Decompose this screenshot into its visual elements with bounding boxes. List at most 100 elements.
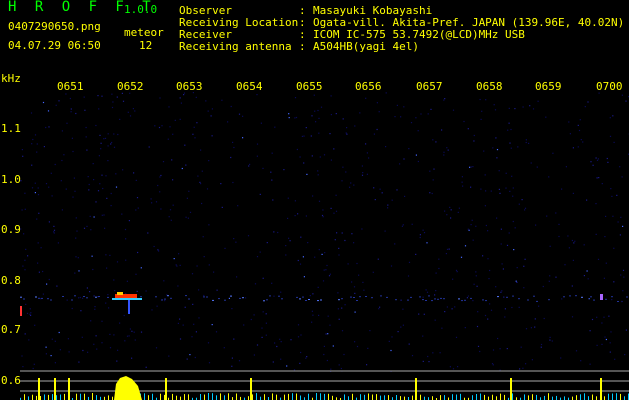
noise-speck [321,214,324,217]
noise-speck [107,294,109,296]
noise-speck [103,214,105,216]
noise-speck [70,108,72,110]
noise-speck [233,238,235,240]
noise-speck [367,347,369,349]
signal-band-speck [371,297,373,299]
noise-speck [475,275,477,277]
noise-speck [196,122,198,124]
noise-speck [208,160,210,162]
signal-band-speck [302,296,304,298]
noise-speck [168,106,170,108]
noise-speck [109,347,112,349]
panel-spike [510,378,512,400]
noise-speck [299,263,302,265]
noise-speck [616,194,618,196]
noise-speck [461,181,463,183]
noise-speck [396,189,398,191]
noise-speck [75,217,77,219]
meteor-activity-panel [20,370,629,400]
noise-speck [353,242,355,244]
noise-speck [31,143,33,145]
noise-layer [20,92,629,372]
panel-bar [40,396,41,400]
signal-band-speck [185,295,187,297]
noise-speck [30,112,33,114]
noise-speck [195,331,197,333]
signal-band-speck [485,300,487,302]
noise-speck [30,314,32,316]
noise-speck [76,230,78,232]
noise-speck [232,141,234,143]
noise-speck [480,118,482,120]
noise-speck [378,111,380,113]
noise-speck [341,330,344,332]
noise-speck [454,306,456,308]
noise-speck [429,192,431,194]
noise-speck [487,258,489,260]
noise-speck [172,133,174,135]
noise-speck [109,254,111,256]
noise-speck [604,336,606,338]
noise-speck [524,258,526,260]
noise-speck [528,142,530,144]
noise-speck [300,236,302,238]
noise-speck [399,163,401,165]
noise-speck [161,125,163,127]
noise-speck [524,207,527,209]
noise-speck [334,239,336,241]
noise-speck [25,303,27,305]
noise-speck [540,343,543,346]
noise-speck [92,268,94,271]
noise-speck [344,239,346,242]
noise-speck [401,225,403,227]
noise-speck [443,151,445,153]
noise-speck [351,233,353,235]
noise-speck [45,346,47,348]
noise-speck [624,354,626,356]
noise-speck [445,253,447,255]
panel-bar [288,393,289,400]
noise-speck [329,324,331,326]
panel-bar [52,394,53,400]
noise-speck [129,115,132,117]
noise-speck [497,337,499,340]
noise-speck [561,188,563,190]
noise-speck [271,282,273,284]
noise-speck [133,331,135,333]
noise-speck [285,254,287,256]
noise-speck [342,118,344,120]
noise-speck [50,172,52,174]
noise-speck [186,358,188,360]
signal-band-speck [422,299,424,301]
panel-bar [404,396,405,400]
noise-speck [305,215,307,217]
noise-speck [140,331,143,333]
signal-band-speck [281,298,283,300]
signal-band-speck [605,298,607,300]
panel-bar [352,393,353,400]
noise-speck [361,174,364,176]
noise-speck [372,271,374,273]
noise-speck [317,109,319,112]
noise-speck [179,338,182,340]
panel-bar [264,394,265,400]
noise-speck [48,221,50,223]
signal-band-speck [266,299,268,301]
signal-band-speck [308,299,310,300]
noise-speck [180,102,182,104]
noise-speck [509,190,511,192]
noise-speck [373,187,375,189]
noise-speck [127,111,129,113]
noise-speck [475,225,477,227]
noise-speck [337,308,339,310]
noise-speck [56,285,58,287]
noise-speck [68,351,70,353]
noise-speck [306,173,308,175]
noise-speck [106,267,108,269]
noise-speck [242,115,244,117]
noise-speck [189,354,191,356]
noise-speck [92,163,94,165]
noise-speck [182,324,184,326]
noise-speck [490,190,492,192]
noise-speck [443,99,445,101]
